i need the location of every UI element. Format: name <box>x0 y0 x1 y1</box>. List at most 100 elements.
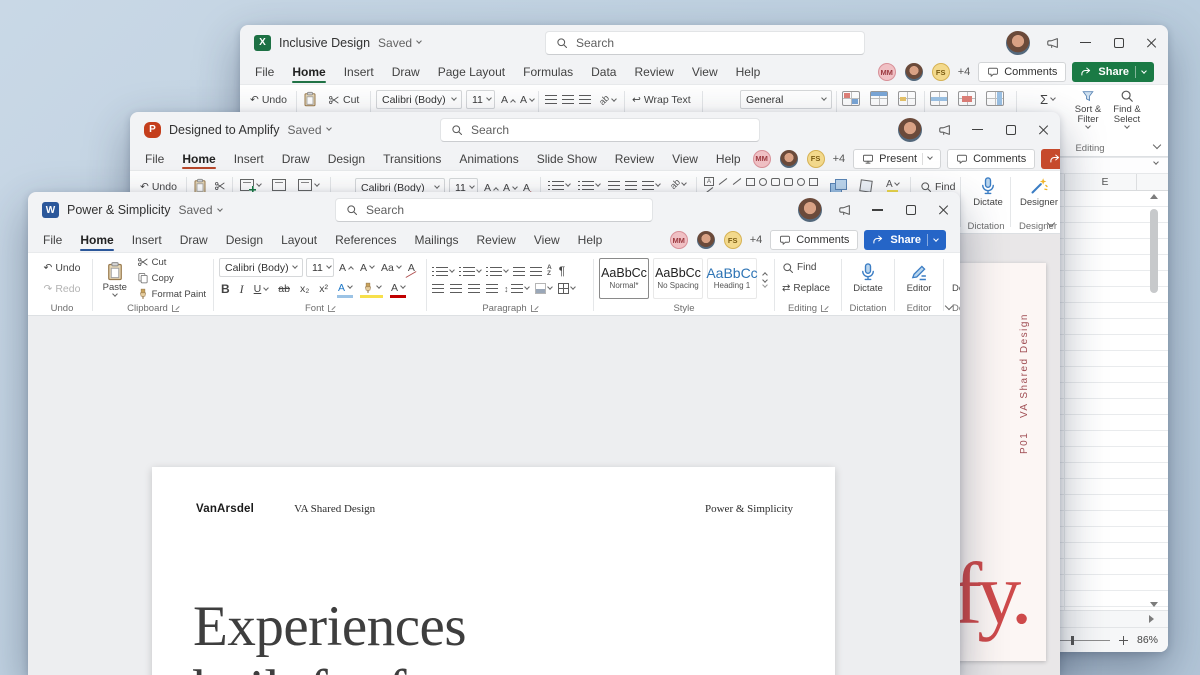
word-maximize-button[interactable] <box>894 192 927 228</box>
zoom-in-button[interactable] <box>1118 635 1128 645</box>
excel-tab-home[interactable]: Home <box>283 60 334 84</box>
document-heading[interactable]: Experiences built for focus <box>193 595 509 675</box>
powerpoint-designer-button[interactable]: Designer <box>1016 176 1060 208</box>
word-redo-button[interactable]: ↷ Redo <box>42 280 83 298</box>
avatar-photo[interactable] <box>779 149 798 168</box>
word-multilevel-list-button[interactable] <box>486 266 509 276</box>
avatar-overflow-count[interactable]: +4 <box>958 66 971 78</box>
excel-tab-review[interactable]: Review <box>625 60 682 84</box>
avatar-fs[interactable]: FS <box>931 63 950 81</box>
excel-close-button[interactable] <box>1135 25 1168 60</box>
powerpoint-new-slide-button[interactable] <box>240 179 262 193</box>
powerpoint-numbering-button[interactable] <box>578 181 601 190</box>
word-shrink-font-button[interactable]: A <box>358 259 376 277</box>
word-font-size-select[interactable]: 11 <box>306 258 334 277</box>
document-header[interactable]: VanArsdel VA Shared Design Power & Simpl… <box>196 503 793 515</box>
excel-paste-button[interactable] <box>302 91 318 107</box>
powerpoint-line-spacing-button[interactable] <box>642 181 661 190</box>
excel-number-format-select[interactable]: General <box>740 90 832 109</box>
excel-align-bottom-button[interactable] <box>579 95 591 104</box>
powerpoint-tab-animations[interactable]: Animations <box>450 147 527 170</box>
avatar-mm[interactable]: MM <box>877 63 896 81</box>
word-comments-button[interactable]: Comments <box>770 230 859 250</box>
word-clear-formatting-button[interactable]: A <box>406 259 417 277</box>
excel-tab-page-layout[interactable]: Page Layout <box>429 60 514 84</box>
avatar-fs[interactable]: FS <box>806 149 825 168</box>
word-increase-indent-button[interactable] <box>530 266 542 276</box>
avatar-fs[interactable]: FS <box>723 231 742 249</box>
powerpoint-present-button[interactable]: Present <box>853 148 942 169</box>
powerpoint-feedback-button[interactable] <box>928 112 961 147</box>
powerpoint-shape-fill-button[interactable]: A <box>886 179 900 193</box>
excel-grow-font-button[interactable]: A <box>499 91 517 109</box>
word-underline-button[interactable]: U <box>252 280 271 298</box>
avatar-mm[interactable]: MM <box>752 149 771 168</box>
excel-tab-help[interactable]: Help <box>727 60 770 84</box>
powerpoint-saved-status[interactable]: Saved <box>287 123 332 137</box>
style-no-spacing[interactable]: AaBbCc No Spacing <box>653 257 703 299</box>
word-tab-help[interactable]: Help <box>569 228 612 252</box>
word-align-left-button[interactable] <box>432 284 444 293</box>
word-cut-button[interactable]: Cut <box>135 256 208 269</box>
powerpoint-quick-styles-button[interactable] <box>859 179 873 193</box>
excel-cut-button[interactable]: Cut <box>326 91 361 109</box>
avatar-mm[interactable]: MM <box>669 231 688 249</box>
scroll-right-icon[interactable] <box>1149 615 1154 623</box>
powerpoint-tab-design[interactable]: Design <box>319 147 374 170</box>
word-copy-button[interactable]: Copy <box>135 272 208 285</box>
excel-minimize-button[interactable] <box>1069 25 1102 60</box>
word-line-spacing-button[interactable]: ↕ <box>504 284 530 294</box>
excel-cell-styles-button[interactable] <box>898 91 916 106</box>
excel-tab-draw[interactable]: Draw <box>383 60 429 84</box>
scroll-down-icon[interactable] <box>1150 602 1158 607</box>
avatar-overflow-count[interactable]: +4 <box>833 153 846 165</box>
powerpoint-tab-file[interactable]: File <box>136 147 173 170</box>
powerpoint-tab-transitions[interactable]: Transitions <box>374 147 450 170</box>
powerpoint-account-avatar[interactable] <box>898 117 922 142</box>
powerpoint-titlebar[interactable]: P Designed to Amplify Saved Search <box>130 112 1060 147</box>
word-text-effects-button[interactable]: A <box>336 280 354 298</box>
powerpoint-layout-button[interactable] <box>298 179 320 191</box>
excel-comments-button[interactable]: Comments <box>978 62 1067 82</box>
excel-tab-data[interactable]: Data <box>582 60 625 84</box>
word-align-center-button[interactable] <box>450 284 462 293</box>
powerpoint-search-box[interactable]: Search <box>440 118 760 142</box>
word-shading-button[interactable] <box>534 283 553 294</box>
avatar-overflow-count[interactable]: +4 <box>750 234 763 246</box>
dialog-launcher-icon[interactable] <box>328 304 335 312</box>
powerpoint-tab-insert[interactable]: Insert <box>225 147 273 170</box>
excel-account-avatar[interactable] <box>1006 30 1030 55</box>
excel-wrap-text-button[interactable]: ↩ Wrap Text <box>630 91 693 109</box>
word-show-marks-button[interactable]: ¶ <box>557 262 567 280</box>
dialog-launcher-icon[interactable] <box>821 304 829 312</box>
powerpoint-dictate-button[interactable]: Dictate <box>968 176 1008 208</box>
style-heading-1[interactable]: AaBbCc Heading 1 <box>706 257 758 299</box>
word-tab-draw[interactable]: Draw <box>171 228 217 252</box>
excel-autosum-button[interactable]: Σ <box>1038 90 1057 108</box>
word-find-button[interactable]: Find <box>780 259 818 277</box>
word-tab-references[interactable]: References <box>326 228 405 252</box>
word-titlebar[interactable]: W Power & Simplicity Saved Search <box>28 192 960 228</box>
word-grow-font-button[interactable]: A <box>337 259 355 277</box>
zoom-slider-thumb[interactable] <box>1071 635 1075 645</box>
excel-find-select-button[interactable]: Find & Select <box>1108 89 1146 129</box>
word-tab-mailings[interactable]: Mailings <box>405 228 467 252</box>
powerpoint-tab-draw[interactable]: Draw <box>273 147 319 170</box>
excel-align-top-button[interactable] <box>545 95 557 104</box>
powerpoint-tab-view[interactable]: View <box>663 147 707 170</box>
avatar-photo[interactable] <box>696 231 715 249</box>
scroll-up-icon[interactable] <box>1150 194 1158 199</box>
word-replace-button[interactable]: ⇄ Replace <box>780 280 832 298</box>
word-sort-button[interactable]: AZ <box>547 264 552 277</box>
word-undo-button[interactable]: ↶ Undo <box>42 259 83 277</box>
word-borders-button[interactable] <box>557 283 576 294</box>
word-tab-review[interactable]: Review <box>468 228 525 252</box>
word-tab-view[interactable]: View <box>525 228 569 252</box>
word-minimize-button[interactable] <box>861 192 894 228</box>
word-highlight-button[interactable] <box>360 280 384 298</box>
powerpoint-slide[interactable]: P01 VA Shared Design fy. <box>952 263 1046 661</box>
powerpoint-tab-review[interactable]: Review <box>606 147 663 170</box>
word-tab-layout[interactable]: Layout <box>272 228 326 252</box>
word-account-avatar[interactable] <box>798 198 822 222</box>
excel-conditional-formatting-button[interactable] <box>842 91 860 106</box>
